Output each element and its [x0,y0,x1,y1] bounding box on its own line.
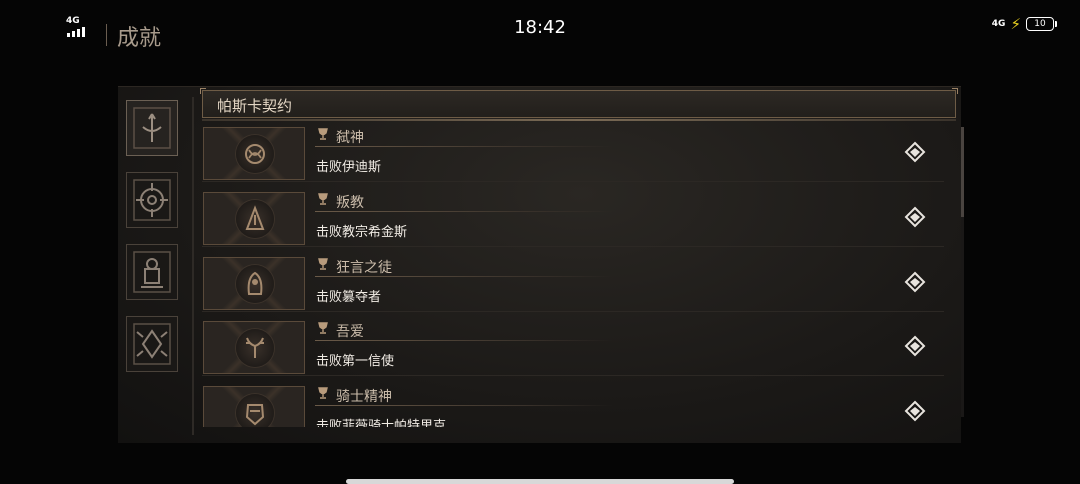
status-right-group: 4G ⚡ 10 [991,15,1057,33]
list-scrollbar-thumb[interactable] [961,127,964,217]
achievement-icon-frame [203,257,305,310]
trophy-icon [318,193,328,205]
knot-medal-icon [245,144,265,164]
achievement-row[interactable]: 叛教 击败教宗希金斯 [202,192,944,248]
crosshair-emblem-icon [133,179,171,221]
achievement-description: 击败菲薇骑士帕特里克 [316,419,447,427]
section-title: 帕斯卡契约 [217,97,293,115]
achievement-description: 击败篡夺者 [316,290,382,305]
achievement-status-icon[interactable] [904,335,926,357]
achievement-status-icon[interactable] [904,141,926,163]
network-type-label-right: 4G [991,19,1006,29]
helmet-medal-icon [245,404,265,426]
beetle-emblem-icon [133,323,171,365]
achievements-panel: 帕斯卡契约 弑神 击败伊迪斯 叛教 击败教宗希金斯 狂言之徒 击败篡夺者 吾爱 … [118,86,964,443]
achievement-title: 弑神 [336,130,364,146]
achievement-description: 击败伊迪斯 [316,160,382,175]
achievement-status-icon[interactable] [904,400,926,422]
achievement-icon-frame [203,127,305,180]
section-underline [202,119,956,121]
category-tab-beetle[interactable] [126,316,178,372]
spire-medal-icon [245,205,265,230]
trophy-icon [318,258,328,270]
achievement-status-icon[interactable] [904,206,926,228]
trophy-icon [318,387,328,399]
achievement-row[interactable]: 狂言之徒 击败篡夺者 [202,257,944,313]
hooded-figure-medal-icon [247,271,263,295]
achievement-icon-frame [203,386,305,427]
trophy-icon [318,128,328,140]
status-clock: 18:42 [514,17,566,38]
achievement-title: 狂言之徒 [336,260,392,276]
category-tab-trident[interactable] [126,100,178,156]
trident-emblem-icon [133,107,171,149]
trophy-icon [318,322,328,334]
achievement-status-icon[interactable] [904,271,926,293]
antlers-medal-icon [246,337,264,358]
category-tab-crosshair[interactable] [126,172,178,228]
achievement-row[interactable]: 骑士精神 击败菲薇骑士帕特里克 [202,386,944,427]
achievement-list[interactable]: 弑神 击败伊迪斯 叛教 击败教宗希金斯 狂言之徒 击败篡夺者 吾爱 击败第一信使… [202,127,958,427]
achievement-description: 击败第一信使 [316,354,395,369]
battery-indicator: 10 [1026,17,1057,31]
achievement-icon-frame [203,321,305,374]
lantern-emblem-icon [133,251,171,293]
achievement-icon-frame [203,192,305,245]
achievement-description: 击败教宗希金斯 [316,225,408,240]
category-tab-lantern[interactable] [126,244,178,300]
achievement-title: 骑士精神 [336,389,392,405]
achievement-row[interactable]: 弑神 击败伊迪斯 [202,127,944,183]
status-bar: 4G 成就 18:42 4G ⚡ 10 [0,0,1080,60]
achievement-row[interactable]: 吾爱 击败第一信使 [202,321,944,377]
category-divider [192,97,194,435]
charging-bolt-icon: ⚡ [1010,15,1021,33]
home-indicator[interactable] [346,479,734,484]
section-header: 帕斯卡契约 [200,88,958,118]
achievement-title: 叛教 [336,195,364,211]
achievement-title: 吾爱 [336,324,364,340]
